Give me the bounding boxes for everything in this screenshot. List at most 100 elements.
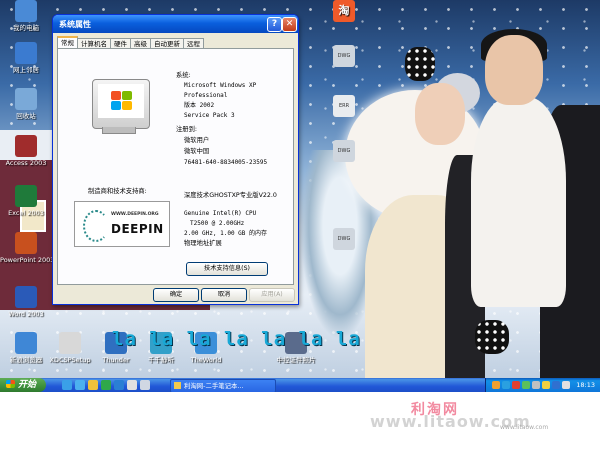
registered-line: 微软中国	[184, 148, 210, 155]
desktop-icon-label: XDCSPSetup	[49, 356, 91, 364]
taskbar-window-label: 利淘网-二手笔记本...	[184, 382, 244, 390]
manufacturer-name: 深度技术GHOSTXP专业版V22.0	[184, 192, 277, 199]
desktop-icon-powerpoint[interactable]: PowerPoint 2003	[0, 232, 52, 264]
tray-icon[interactable]	[522, 381, 530, 389]
desktop-icon-label: Access 2003	[5, 159, 47, 167]
hardware-line: 2.00 GHz, 1.00 GB 的内存	[184, 230, 268, 237]
monitor-stand	[102, 127, 136, 134]
network-tray-icon[interactable]	[552, 381, 560, 389]
bride-glove	[405, 47, 435, 81]
desktop-icon-label: 网上邻居	[13, 66, 39, 74]
groom-scarf	[471, 97, 566, 307]
system-heading: 系统:	[176, 72, 191, 79]
dwg-glyph: DWG	[337, 148, 351, 154]
windows-start-icon	[6, 380, 15, 388]
registered-line: 微软用户	[184, 137, 210, 144]
err-glyph: ERR	[338, 103, 350, 109]
desktop-icon-dwg-1[interactable]: DWG	[318, 45, 370, 69]
close-button[interactable]: ✕	[282, 17, 297, 32]
groom-figure	[445, 29, 600, 378]
groom-face	[485, 35, 543, 105]
system-tray: 18:13	[485, 378, 600, 392]
hardware-line: 物理地址扩展	[184, 240, 222, 247]
tray-icon[interactable]	[562, 381, 570, 389]
desktop-icon-access[interactable]: Access 2003	[0, 135, 52, 167]
windows-flag-blue	[111, 101, 121, 110]
quicklaunch-ie-icon[interactable]	[75, 380, 85, 390]
system-line: Professional	[184, 92, 228, 99]
desktop-icon-err[interactable]: ERR	[318, 95, 370, 119]
apply-button[interactable]: 应用(A)	[249, 288, 295, 302]
access-icon	[15, 135, 37, 157]
cancel-button[interactable]: 取消	[201, 288, 247, 302]
support-info-button[interactable]: 技术支持信息(S)	[186, 262, 268, 276]
deepin-logo-url: WWW.DEEPIN.ORG	[111, 212, 159, 217]
lyrics-overlay: la la la la la la la	[112, 328, 361, 350]
desktop-icon-network[interactable]: 网上邻居	[0, 42, 52, 74]
product-id: 76481-640-8834005-23595	[184, 159, 268, 166]
groom-glove	[475, 320, 509, 354]
desktop-icon-word[interactable]: Word 2003	[0, 286, 52, 318]
system-line: Microsoft Windows XP	[184, 82, 257, 89]
desktop-icon-label: 我的电脑	[13, 24, 39, 32]
desktop-icon-label: 中控证件照片	[276, 356, 316, 364]
windows-flag-green	[122, 91, 132, 100]
hardware-line: Genuine Intel(R) CPU	[184, 210, 257, 217]
desktop-icon-recycle-bin[interactable]: 回收站	[0, 88, 52, 120]
desktop-icon-dwg-3[interactable]: DWG	[318, 228, 370, 252]
dwg-glyph: DWG	[337, 236, 351, 242]
monitor-screen	[98, 84, 144, 118]
dwg-file-icon: DWG	[333, 228, 355, 250]
network-icon	[15, 42, 37, 64]
desktop-icon-excel[interactable]: Excel 2003	[0, 185, 52, 217]
ok-button[interactable]: 确定	[153, 288, 199, 302]
dwg-glyph: DWG	[337, 53, 351, 59]
tray-icon[interactable]	[512, 381, 520, 389]
title-bar[interactable]: 系统属性 ? ✕	[53, 15, 298, 33]
general-tab-panel: 系统: Microsoft Windows XP Professional 版本…	[57, 48, 294, 285]
browser-icon	[15, 332, 37, 354]
err-file-icon: ERR	[333, 95, 355, 117]
system-line: Service Pack 3	[184, 112, 235, 119]
desktop-icon-xdcspsetup[interactable]: XDCSPSetup	[44, 332, 96, 364]
tray-icon[interactable]	[492, 381, 500, 389]
quicklaunch-folder-icon[interactable]	[88, 380, 98, 390]
desktop-icon-label: 回收站	[16, 112, 36, 120]
taobao-glyph: 淘	[338, 4, 350, 17]
desktop-icon-my-computer[interactable]: 我的电脑	[0, 0, 52, 32]
recycle-bin-icon	[15, 88, 37, 110]
quicklaunch-app-icon[interactable]	[140, 380, 150, 390]
watermark-url-small: www.litaow.com	[500, 424, 549, 431]
excel-icon	[15, 185, 37, 207]
word-icon	[15, 286, 37, 308]
system-properties-window[interactable]: 系统属性 ? ✕ 常规 计算机名 硬件 高级 自动更新 远程 系统: Microsoft …	[52, 14, 299, 305]
start-label: 开始	[18, 380, 37, 390]
taskbar: 开始 利淘网-二手笔记本... 18:13	[0, 378, 600, 393]
tray-icon[interactable]	[542, 381, 550, 389]
speaker-icon[interactable]	[532, 381, 540, 389]
help-button[interactable]: ?	[267, 17, 282, 32]
setup-icon	[59, 332, 81, 354]
taskbar-window-button[interactable]: 利淘网-二手笔记本...	[170, 379, 276, 393]
tab-strip: 常规 计算机名 硬件 高级 自动更新 远程	[57, 35, 204, 51]
quicklaunch-browser-icon[interactable]	[62, 380, 72, 390]
tray-icon[interactable]	[502, 381, 510, 389]
start-button[interactable]: 开始	[0, 378, 46, 392]
deepin-logo-text: DEEPIN	[111, 222, 164, 236]
dwg-file-icon: DWG	[333, 45, 355, 67]
desktop-icon-dwg-2[interactable]: DWG	[318, 140, 370, 164]
desktop-icon-taobao[interactable]: 淘	[318, 0, 370, 24]
desktop-icon-label: Excel 2003	[8, 209, 44, 217]
deepin-swirl-icon	[83, 210, 109, 242]
window-title: 系统属性	[59, 20, 91, 29]
clock[interactable]: 18:13	[576, 378, 595, 392]
powerpoint-icon	[15, 232, 37, 254]
quicklaunch-desktop-icon[interactable]	[127, 380, 137, 390]
hardware-line: T2500 @ 2.00GHz	[190, 220, 245, 227]
quicklaunch-media-icon[interactable]	[101, 380, 111, 390]
desktop-icon-label: Word 2003	[8, 310, 44, 318]
computer-icon	[15, 0, 37, 22]
dwg-file-icon: DWG	[333, 140, 355, 162]
deepin-logo: WWW.DEEPIN.ORG DEEPIN	[74, 201, 170, 247]
quicklaunch-qq-icon[interactable]	[114, 380, 124, 390]
